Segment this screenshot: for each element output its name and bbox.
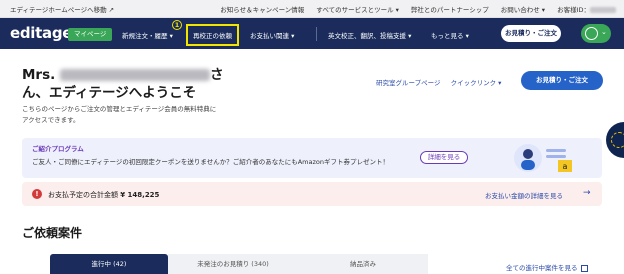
tab-unordered-quotes[interactable]: 未発注のお見積り (340) (168, 254, 298, 274)
chevron-down-icon: ⌄ (601, 28, 607, 36)
referral-title: ご紹介プログラム (32, 145, 84, 153)
quicklinks-menu[interactable]: クイックリンク ▾ (451, 79, 502, 87)
floating-tab-ring-icon (611, 132, 624, 148)
arrow-right-icon[interactable]: → (583, 188, 591, 198)
homepage-link[interactable]: エディテージホームページへ移動 ↗ (10, 4, 114, 14)
all-in-progress-label: 全ての進行中案件を見る (506, 264, 578, 272)
editage-logo[interactable]: editage (10, 24, 72, 42)
all-in-progress-link[interactable]: 全ての進行中案件を見る (506, 262, 588, 272)
welcome-heading: Mrs. さ ん、エディテージへようこそ (22, 66, 223, 102)
referral-illustration-icon: a (514, 144, 572, 172)
lab-group-link[interactable]: 研究室グループページ (376, 79, 440, 87)
tab-in-progress[interactable]: 進行中 (42) (50, 254, 168, 274)
nav-services[interactable]: 英文校正、翻訳、投稿支援 ▾ (328, 30, 411, 40)
payment-amount: ¥ 148,225 (120, 191, 160, 199)
partnership-link[interactable]: 弊社とのパートナーシップ (411, 4, 489, 14)
nav-payment[interactable]: お支払い関連 ▾ (250, 30, 294, 40)
nav-new-order-history[interactable]: 新規注文・履歴 ▾ (122, 30, 173, 40)
payment-detail-link[interactable]: お支払い金額の詳細を見る (485, 190, 563, 200)
payment-summary: お支払予定の合計金額 ¥ 148,225 (48, 190, 159, 200)
nav-reproofread-request[interactable]: 再校正の依頼 (186, 24, 239, 46)
user-avatar-icon (585, 27, 598, 40)
quote-order-button[interactable]: お見積り・ご注文 (521, 71, 603, 90)
welcome-suffix: さ (209, 67, 224, 83)
step-number-badge: 1 (172, 20, 182, 30)
external-link-icon (580, 264, 588, 272)
referral-banner: ご紹介プログラム ご友人・ご同僚にエディテージの初回限定クーポンを送りませんか？… (22, 138, 602, 178)
tab-delivered[interactable]: 納品済み (298, 254, 428, 274)
nav-divider (316, 27, 317, 41)
header-links: 研究室グループページ クイックリンク ▾ (376, 77, 509, 87)
payment-alert: ! お支払予定の合計金額 ¥ 148,225 お支払い金額の詳細を見る → (22, 182, 602, 206)
utility-bar: エディテージホームページへ移動 ↗ お知らせ＆キャンペーン情報 すべてのサービス… (0, 0, 624, 18)
nav-quote-button[interactable]: お見積り・ご注文 (501, 25, 561, 42)
nav-more[interactable]: もっと見る ▾ (431, 30, 469, 40)
welcome-prefix: Mrs. (22, 67, 56, 83)
account-menu[interactable]: ⌄ (581, 24, 611, 43)
alert-icon: ! (32, 189, 42, 199)
user-name-redacted (59, 69, 210, 81)
customer-id-redacted (590, 7, 616, 13)
customer-id-label: お客様ID： (557, 6, 590, 14)
customer-id: お客様ID： (557, 4, 616, 14)
mypage-badge[interactable]: マイページ (68, 28, 113, 41)
requests-tabs: 進行中 (42) 未発注のお見積り (340) 納品済み (50, 254, 428, 274)
utility-links: お知らせ＆キャンペーン情報 すべてのサービスとツール ▾ 弊社とのパートナーシッ… (220, 4, 616, 14)
svg-text:a: a (563, 162, 568, 171)
all-services-menu[interactable]: すべてのサービスとツール ▾ (316, 4, 399, 14)
referral-description: ご友人・ご同僚にエディテージの初回限定クーポンを送りませんか？ご紹介者のあなたに… (32, 158, 389, 166)
main-nav: editage マイページ 新規注文・履歴 ▾ 1 再校正の依頼 お支払い関連 … (0, 18, 624, 49)
contact-menu[interactable]: お問い合わせ ▾ (501, 4, 545, 14)
news-link[interactable]: お知らせ＆キャンペーン情報 (220, 4, 304, 14)
welcome-line2: ん、エディテージへようこそ (22, 85, 197, 101)
referral-detail-button[interactable]: 詳細を見る (420, 151, 468, 164)
side-floating-tab[interactable] (606, 122, 624, 158)
requests-title: ご依頼案件 (22, 226, 83, 240)
payment-label: お支払予定の合計金額 (48, 191, 118, 199)
welcome-intro: こちらのページからご注文の管理とエディテージ会員の無料特典にアクセスできます。 (22, 105, 217, 124)
